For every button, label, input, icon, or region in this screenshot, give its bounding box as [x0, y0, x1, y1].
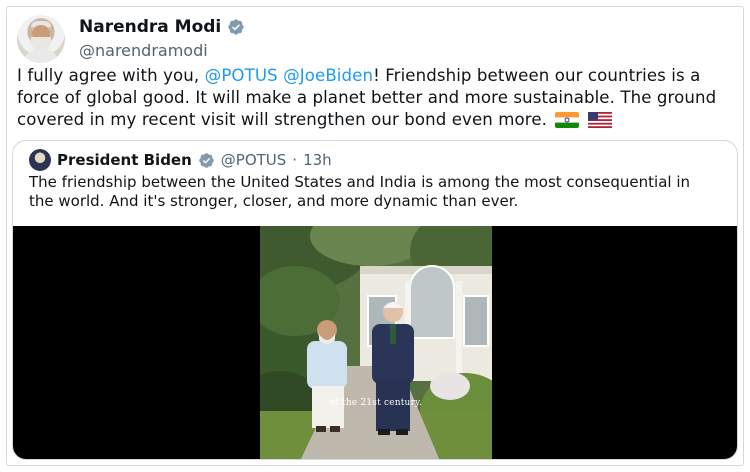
mention-potus-link[interactable]: @POTUS — [205, 66, 278, 85]
quoted-video[interactable]: of the 21st century. — [13, 226, 737, 459]
verified-badge-icon — [199, 152, 214, 168]
quoted-tweet-text: The friendship between the United States… — [29, 173, 690, 210]
video-caption: of the 21st century. — [329, 398, 423, 408]
mention-joebiden-link[interactable]: @JoeBiden — [283, 66, 373, 85]
author-avatar[interactable] — [17, 15, 65, 63]
quoted-tweet[interactable]: President Biden @POTUS · 13h The friends… — [12, 140, 738, 460]
quoted-timestamp[interactable]: 13h — [303, 151, 332, 169]
usa-flag-icon — [587, 112, 612, 128]
india-flag-icon — [555, 112, 580, 128]
quoted-author-avatar[interactable] — [29, 149, 51, 171]
author-name[interactable]: Narendra Modi — [79, 17, 221, 37]
quoted-author-name[interactable]: President Biden — [57, 151, 192, 169]
author-name-row: Narendra Modi — [79, 17, 245, 37]
quoted-author-handle[interactable]: @POTUS — [221, 151, 287, 169]
author-handle[interactable]: @narendramodi — [79, 41, 208, 60]
verified-badge-icon — [228, 19, 244, 35]
video-frame: of the 21st century. — [260, 226, 492, 459]
quoted-tweet-header: President Biden @POTUS · 13h — [29, 149, 332, 171]
tweet-text: I fully agree with you, @POTUS @JoeBiden… — [17, 65, 737, 131]
tweet-card[interactable]: Narendra Modi @narendramodi I fully agre… — [6, 6, 744, 466]
dot-separator: · — [292, 151, 298, 169]
tweet-text-prefix: I fully agree with you, — [17, 66, 205, 85]
video-still-image — [260, 226, 492, 459]
tweet-header: Narendra Modi @narendramodi — [17, 15, 417, 63]
